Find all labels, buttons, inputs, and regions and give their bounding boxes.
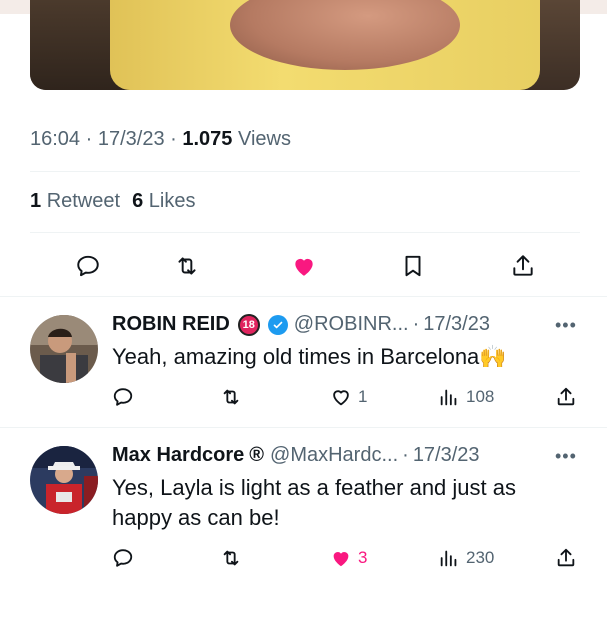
like-button[interactable]: 1: [330, 384, 367, 410]
like-button[interactable]: [286, 248, 322, 284]
retweet-icon: [178, 257, 196, 275]
reply-text: Yeah, amazing old times in Barcelona🙌: [112, 344, 507, 369]
analytics-bar-icon: [440, 389, 457, 406]
reply-header: ROBIN REID 18 @ROBINR... · 17/3/23: [112, 313, 490, 336]
tweet-date[interactable]: 17/3/23: [98, 128, 165, 150]
analytics-bar-icon: [440, 550, 457, 567]
user-handle[interactable]: @MaxHardc...: [270, 444, 398, 467]
reply-button[interactable]: [112, 545, 140, 571]
registered-mark: ®: [249, 444, 265, 466]
heart-icon: [295, 258, 313, 276]
reply-icon: [113, 549, 133, 567]
display-name[interactable]: ROBIN REID: [112, 313, 230, 336]
tweet-media-image[interactable]: [30, 0, 580, 90]
views-button[interactable]: 230: [438, 545, 494, 571]
reply-button[interactable]: [70, 248, 106, 284]
reply-date[interactable]: 17/3/23: [413, 444, 480, 467]
raised-hands-emoji: 🙌: [479, 344, 507, 369]
retweet-button[interactable]: [220, 545, 248, 571]
tweet-action-bar: [0, 248, 607, 284]
tweet-time[interactable]: 16:04: [30, 128, 80, 150]
divider: [0, 296, 607, 297]
divider: [30, 171, 580, 172]
retweet-button[interactable]: [220, 384, 248, 410]
divider: [0, 427, 607, 428]
bookmark-icon: [405, 255, 421, 277]
tweet-meta: 16:04 · 17/3/23 · 1.075 Views: [30, 128, 291, 150]
share-icon: [557, 548, 575, 567]
like-button[interactable]: 3: [330, 545, 367, 571]
age-restricted-badge: 18: [237, 313, 260, 336]
tweet-stats: 1 Retweet 6 Likes: [30, 190, 195, 213]
display-name[interactable]: Max Hardcore: [112, 444, 244, 467]
more-options-icon[interactable]: •••: [555, 446, 577, 467]
heart-icon: [333, 552, 349, 567]
view-count: 230: [466, 548, 495, 567]
share-icon: [557, 387, 575, 406]
reply-header: Max Hardcore ® @MaxHardc... · 17/3/23: [112, 444, 480, 467]
more-options-icon[interactable]: •••: [555, 315, 577, 336]
divider: [30, 232, 580, 233]
views-button[interactable]: 108: [438, 384, 494, 410]
verified-badge-icon: [267, 314, 288, 335]
share-icon: [513, 255, 533, 276]
like-count: 1: [358, 387, 368, 406]
retweet-icon: [223, 389, 239, 405]
retweet-button[interactable]: [169, 248, 205, 284]
reply-icon: [113, 388, 133, 406]
like-count: 3: [358, 548, 368, 567]
reply-text: Yes, Layla is light as a feather and jus…: [112, 475, 516, 530]
tweet-views-label: Views: [237, 128, 291, 150]
reply-icon: [77, 255, 99, 277]
heart-outline-icon: [333, 390, 349, 406]
avatar[interactable]: [30, 446, 98, 514]
reply-button[interactable]: [112, 384, 140, 410]
likes-stat[interactable]: 6 Likes: [132, 190, 195, 212]
retweets-stat[interactable]: 1 Retweet: [30, 190, 120, 212]
share-button[interactable]: [555, 545, 583, 571]
view-count: 108: [466, 387, 495, 406]
avatar[interactable]: [30, 315, 98, 383]
tweet-views-count: 1.075: [182, 128, 233, 150]
bookmark-button[interactable]: [395, 248, 431, 284]
retweet-icon: [223, 550, 239, 566]
reply-date[interactable]: 17/3/23: [423, 313, 490, 336]
share-button[interactable]: [505, 248, 541, 284]
user-handle[interactable]: @ROBINR...: [294, 313, 409, 336]
share-button[interactable]: [555, 384, 583, 410]
